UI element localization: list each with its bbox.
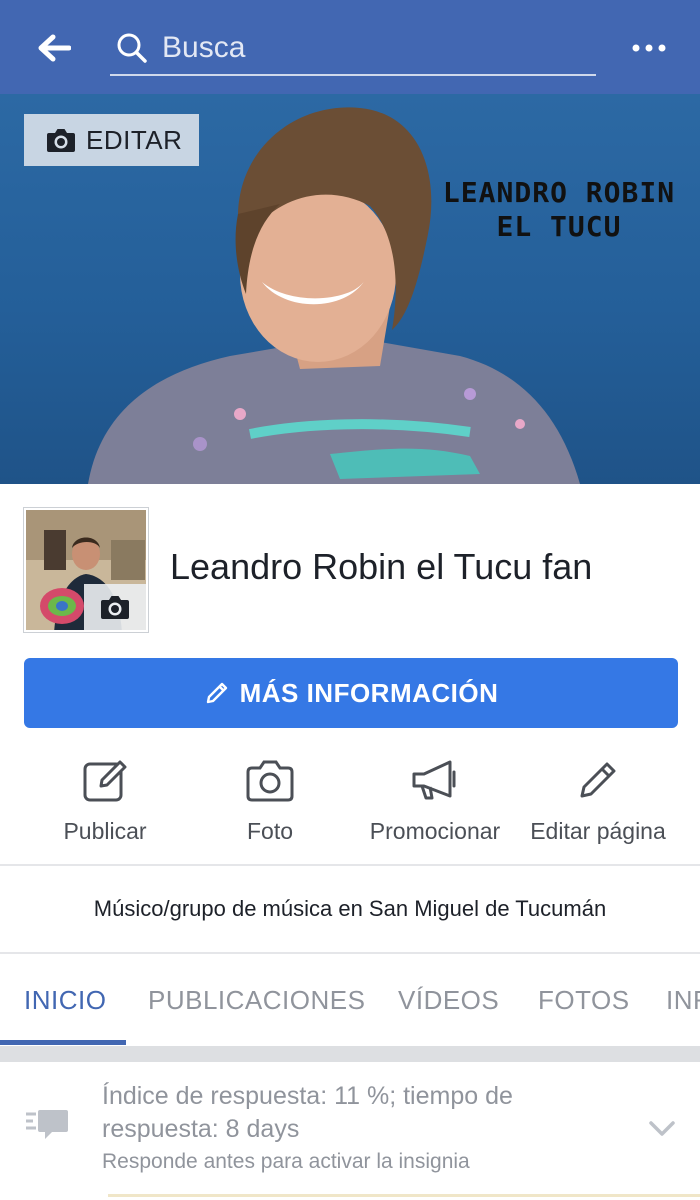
page-category: Músico/grupo de música en San Miguel de …	[93, 896, 607, 921]
response-rate-text: Índice de respuesta: 11 %; tiempo de res…	[102, 1082, 513, 1143]
tab-videos[interactable]: VÍDEOS	[398, 954, 499, 1046]
page-title: Leandro Robin el Tucu fan	[170, 546, 593, 587]
cover-title-line2: EL TUCU	[496, 210, 622, 243]
action-photo[interactable]: Foto	[185, 750, 355, 862]
search-input[interactable]	[162, 31, 596, 65]
profile-picture[interactable]	[24, 508, 148, 632]
tab-fotos[interactable]: FOTOS	[538, 954, 630, 1046]
edit-cover-button[interactable]: EDITAR	[24, 114, 199, 166]
more-dots-icon	[632, 44, 666, 52]
action-edit-page[interactable]: Editar página	[513, 750, 683, 862]
compose-icon	[81, 750, 129, 810]
cover-title-line1: LEANDRO ROBIN	[442, 176, 676, 209]
action-label: Publicar	[63, 818, 147, 844]
page-tabs: INICIO PUBLICACIONES VÍDEOS FOTOS INF	[0, 954, 700, 1046]
action-label: Foto	[246, 818, 294, 844]
megaphone-icon	[410, 750, 460, 810]
cover-photo[interactable]: EDITAR LEANDRO ROBIN EL TUCU	[0, 94, 700, 484]
search-icon	[116, 31, 150, 65]
more-options-button[interactable]	[626, 30, 672, 66]
tab-publicaciones[interactable]: PUBLICACIONES	[148, 954, 365, 1046]
camera-icon	[246, 750, 294, 810]
page-actions: Publicar Foto Promocionar Editar página	[0, 750, 700, 862]
top-bar	[0, 0, 700, 94]
change-profile-photo-button[interactable]	[84, 584, 146, 630]
search-bar[interactable]	[110, 22, 596, 76]
action-label: Editar página	[530, 818, 666, 844]
camera-icon	[47, 129, 75, 152]
pencil-icon	[206, 682, 227, 704]
arrow-left-icon	[38, 34, 71, 62]
action-promote[interactable]: Promocionar	[350, 750, 520, 862]
divider	[108, 1194, 700, 1197]
more-info-button[interactable]: MÁS INFORMACIÓN	[24, 658, 678, 728]
chevron-down-icon[interactable]	[646, 1112, 678, 1144]
cover-title-text: LEANDRO ROBIN EL TUCU	[424, 176, 694, 244]
response-rate-card[interactable]: Índice de respuesta: 11 %; tiempo de res…	[0, 1062, 700, 1200]
chat-bubble-icon	[26, 1110, 68, 1139]
response-rate-subtext: Responde antes para activar la insignia	[102, 1150, 470, 1173]
tab-info[interactable]: INF	[666, 954, 700, 1046]
action-label: Promocionar	[369, 818, 501, 844]
active-tab-indicator	[0, 1040, 126, 1045]
action-publish[interactable]: Publicar	[20, 750, 190, 862]
section-separator	[0, 1046, 700, 1062]
back-button[interactable]	[32, 26, 76, 70]
edit-cover-label: EDITAR	[86, 124, 183, 155]
tab-inicio[interactable]: INICIO	[24, 954, 106, 1046]
camera-icon	[101, 596, 129, 619]
more-info-label: MÁS INFORMACIÓN	[239, 677, 499, 708]
pencil-icon	[576, 750, 620, 810]
